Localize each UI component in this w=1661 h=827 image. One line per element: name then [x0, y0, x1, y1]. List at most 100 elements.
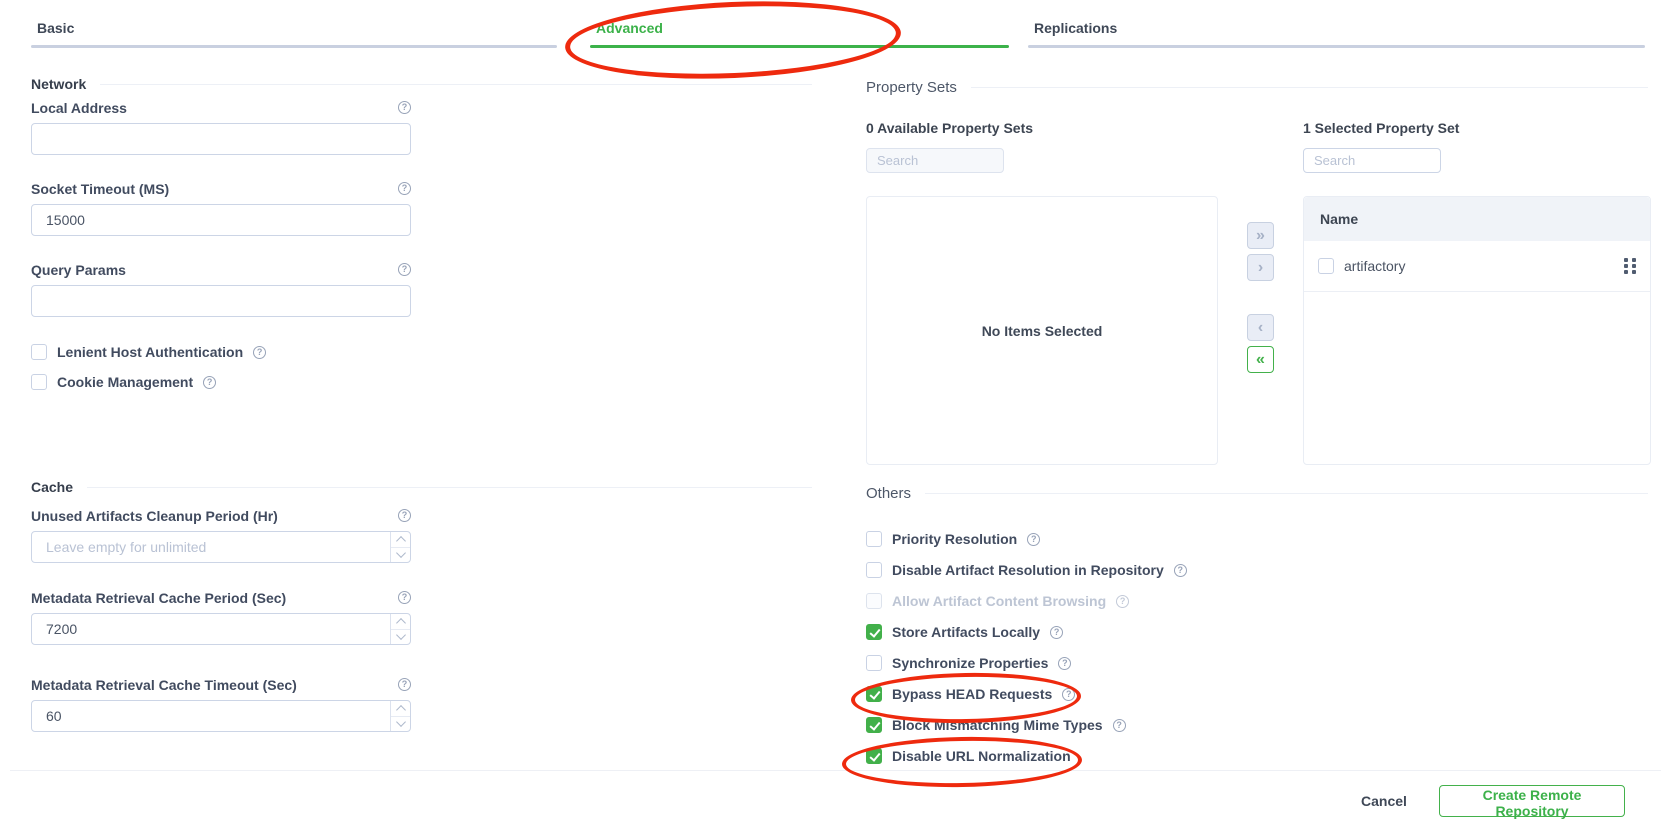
unused-artifacts-cleanup-input[interactable] — [31, 531, 411, 563]
drag-handle-icon[interactable] — [1624, 258, 1636, 274]
move-all-left-button[interactable]: « — [1247, 346, 1274, 373]
move-left-button[interactable]: ‹ — [1247, 314, 1274, 341]
help-icon[interactable]: ? — [1050, 626, 1063, 639]
checkbox-label: Disable URL Normalization — [892, 748, 1071, 764]
section-others: Others — [866, 484, 1648, 502]
checkbox-disable-artifact-resolution[interactable]: Disable Artifact Resolution in Repositor… — [866, 562, 1187, 578]
help-icon[interactable]: ? — [1113, 719, 1126, 732]
field-unused-artifacts-cleanup: Unused Artifacts Cleanup Period (Hr) ? — [31, 507, 411, 563]
checkbox-label: Priority Resolution — [892, 531, 1017, 547]
tab-replications[interactable]: Replications — [1028, 0, 1645, 49]
property-set-row-artifactory[interactable]: artifactory — [1304, 241, 1650, 292]
query-params-input[interactable] — [31, 285, 411, 317]
checkbox-lenient-host-authentication[interactable]: Lenient Host Authentication ? — [31, 344, 266, 360]
help-icon[interactable]: ? — [398, 509, 411, 522]
checkbox-label: Synchronize Properties — [892, 655, 1048, 671]
local-address-input[interactable] — [31, 123, 411, 155]
help-icon[interactable]: ? — [1062, 688, 1075, 701]
tab-advanced[interactable]: Advanced — [590, 0, 1009, 49]
section-divider — [100, 84, 812, 85]
section-title: Others — [866, 485, 911, 502]
tab-underline — [1028, 45, 1645, 48]
checkbox-block-mismatching-mime-types[interactable]: Block Mismatching Mime Types ? — [866, 717, 1126, 733]
checkbox[interactable] — [866, 686, 882, 702]
checkbox-label: Cookie Management — [57, 374, 193, 390]
checkbox[interactable] — [866, 717, 882, 733]
selected-search-input[interactable] — [1303, 148, 1441, 173]
section-divider — [971, 87, 1648, 88]
table-header-name: Name — [1304, 197, 1650, 241]
metadata-cache-timeout-input[interactable] — [31, 700, 411, 732]
tab-basic[interactable]: Basic — [31, 0, 557, 49]
section-title: Cache — [31, 479, 73, 495]
field-query-params: Query Params ? — [31, 261, 411, 317]
create-remote-repository-button[interactable]: Create Remote Repository — [1439, 785, 1625, 817]
checkbox-synchronize-properties[interactable]: Synchronize Properties ? — [866, 655, 1071, 671]
field-label: Metadata Retrieval Cache Timeout (Sec) — [31, 677, 297, 693]
checkbox — [866, 593, 882, 609]
row-checkbox[interactable] — [1318, 258, 1334, 274]
tab-underline — [590, 45, 1009, 48]
move-right-button[interactable]: › — [1247, 254, 1274, 281]
field-label: Socket Timeout (MS) — [31, 181, 169, 197]
spinner-up-icon[interactable] — [391, 701, 410, 717]
help-icon: ? — [1116, 595, 1129, 608]
checkbox[interactable] — [866, 624, 882, 640]
checkbox-cookie-management[interactable]: Cookie Management ? — [31, 374, 216, 390]
help-icon[interactable]: ? — [253, 346, 266, 359]
tab-label: Advanced — [596, 20, 663, 36]
tab-label: Basic — [37, 20, 74, 36]
section-title: Property Sets — [866, 79, 957, 96]
spinner-down-icon[interactable] — [391, 630, 410, 645]
cancel-button[interactable]: Cancel — [1347, 789, 1421, 813]
checkbox-priority-resolution[interactable]: Priority Resolution ? — [866, 531, 1040, 547]
checkbox-label: Allow Artifact Content Browsing — [892, 593, 1106, 609]
metadata-cache-period-input[interactable] — [31, 613, 411, 645]
socket-timeout-input[interactable] — [31, 204, 411, 236]
checkbox[interactable] — [31, 344, 47, 360]
checkbox[interactable] — [31, 374, 47, 390]
spinner-up-icon[interactable] — [391, 614, 410, 630]
help-icon[interactable]: ? — [398, 182, 411, 195]
help-icon[interactable]: ? — [1027, 533, 1040, 546]
number-spinner[interactable] — [390, 532, 410, 562]
checkbox-bypass-head-requests[interactable]: Bypass HEAD Requests ? — [866, 686, 1075, 702]
help-icon[interactable]: ? — [398, 591, 411, 604]
checkbox[interactable] — [866, 748, 882, 764]
help-icon[interactable]: ? — [1058, 657, 1071, 670]
checkbox-label: Store Artifacts Locally — [892, 624, 1040, 640]
checkbox-label: Bypass HEAD Requests — [892, 686, 1052, 702]
help-icon[interactable]: ? — [1174, 564, 1187, 577]
move-all-right-button[interactable]: » — [1247, 222, 1274, 249]
checkbox-label: Lenient Host Authentication — [57, 344, 243, 360]
tab-label: Replications — [1034, 20, 1117, 36]
field-local-address: Local Address ? — [31, 99, 411, 155]
checkbox[interactable] — [866, 562, 882, 578]
field-metadata-cache-period: Metadata Retrieval Cache Period (Sec) ? — [31, 589, 411, 645]
help-icon[interactable]: ? — [203, 376, 216, 389]
available-search-input[interactable] — [866, 148, 1004, 173]
spinner-down-icon[interactable] — [391, 717, 410, 732]
checkbox[interactable] — [866, 655, 882, 671]
number-spinner[interactable] — [390, 614, 410, 644]
checkbox-allow-artifact-content-browsing: Allow Artifact Content Browsing ? — [866, 593, 1129, 609]
field-socket-timeout: Socket Timeout (MS) ? — [31, 180, 411, 236]
help-icon[interactable]: ? — [398, 263, 411, 276]
checkbox[interactable] — [866, 531, 882, 547]
number-spinner[interactable] — [390, 701, 410, 731]
checkbox-disable-url-normalization[interactable]: Disable URL Normalization — [866, 748, 1071, 764]
section-network: Network — [31, 75, 812, 93]
checkbox-label: Block Mismatching Mime Types — [892, 717, 1103, 733]
field-label: Unused Artifacts Cleanup Period (Hr) — [31, 508, 278, 524]
help-icon[interactable]: ? — [398, 101, 411, 114]
spinner-down-icon[interactable] — [391, 548, 410, 563]
available-property-sets-panel: No Items Selected — [866, 196, 1218, 465]
checkbox-store-artifacts-locally[interactable]: Store Artifacts Locally ? — [866, 624, 1063, 640]
section-divider — [925, 493, 1648, 494]
help-icon[interactable]: ? — [398, 678, 411, 691]
checkbox-label: Disable Artifact Resolution in Repositor… — [892, 562, 1164, 578]
selected-property-sets-panel: Name artifactory — [1303, 196, 1651, 465]
footer-divider — [10, 770, 1661, 771]
spinner-up-icon[interactable] — [391, 532, 410, 548]
section-cache: Cache — [31, 478, 812, 496]
